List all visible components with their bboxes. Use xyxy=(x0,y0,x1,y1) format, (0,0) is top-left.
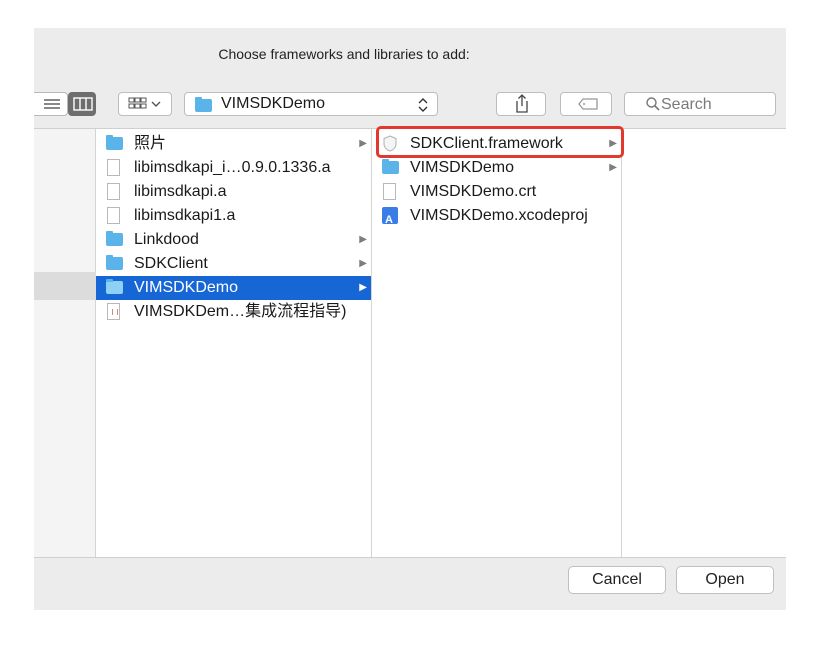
disclosure-arrow-icon: ▶ xyxy=(359,138,367,149)
folder-icon xyxy=(106,135,123,150)
column-1: 照片 ▶ libimsdkapi_i…0.9.0.1336.a libimsdk… xyxy=(96,129,372,557)
share-icon xyxy=(516,94,528,113)
list-item[interactable]: Linkdood ▶ xyxy=(96,228,371,252)
disclosure-arrow-icon: ▶ xyxy=(609,162,617,173)
stepper-chevrons-icon xyxy=(418,98,428,112)
column-2: SDKClient.framework ▶ VIMSDKDemo ▶ VIMSD… xyxy=(372,129,622,557)
column-0-selection xyxy=(34,272,96,300)
location-label: VIMSDKDemo xyxy=(221,95,326,112)
rtf-document-icon xyxy=(107,303,120,320)
folder-icon xyxy=(106,255,123,270)
tag-icon xyxy=(578,98,598,110)
xcodeproj-icon xyxy=(382,207,398,232)
file-icon xyxy=(383,183,396,200)
item-label: SDKClient xyxy=(134,255,208,272)
search-field[interactable]: Search xyxy=(624,92,776,116)
file-chooser-dialog: Choose frameworks and libraries to add: xyxy=(34,28,786,610)
column-browser: 照片 ▶ libimsdkapi_i…0.9.0.1336.a libimsdk… xyxy=(34,128,786,558)
list-item[interactable]: SDKClient ▶ xyxy=(96,252,371,276)
list-item[interactable]: VIMSDKDemo.crt xyxy=(372,180,621,204)
search-icon xyxy=(646,97,660,111)
disclosure-arrow-icon: ▶ xyxy=(359,282,367,293)
disclosure-arrow-icon: ▶ xyxy=(359,258,367,269)
open-button[interactable]: Open xyxy=(676,566,774,594)
column-view-icon xyxy=(73,97,93,111)
search-placeholder: Search xyxy=(661,96,712,113)
list-view-icon xyxy=(44,99,60,109)
group-by-button[interactable] xyxy=(118,92,172,116)
folder-icon xyxy=(106,231,123,246)
item-label: VIMSDKDemo.xcodeproj xyxy=(410,207,588,224)
file-icon xyxy=(107,207,120,224)
folder-icon xyxy=(382,159,399,174)
dialog-title: Choose frameworks and libraries to add: xyxy=(218,46,470,62)
tag-button[interactable] xyxy=(560,92,612,116)
list-item[interactable]: VIMSDKDemo.xcodeproj xyxy=(372,204,621,232)
dialog-footer: Cancel Open xyxy=(34,556,786,610)
list-item[interactable]: libimsdkapi1.a xyxy=(96,204,371,228)
file-icon xyxy=(107,159,120,176)
list-item-selected[interactable]: VIMSDKDemo ▶ xyxy=(96,276,371,300)
item-label: Linkdood xyxy=(134,231,199,248)
column-0[interactable] xyxy=(34,129,96,557)
column-view-button[interactable] xyxy=(68,92,96,116)
share-button[interactable] xyxy=(496,92,546,116)
list-item[interactable]: 照片 ▶ xyxy=(96,132,371,156)
item-label: VIMSDKDemo.crt xyxy=(410,183,537,200)
list-item[interactable]: VIMSDKDem…集成流程指导) xyxy=(96,300,371,324)
column-3[interactable] xyxy=(622,129,786,557)
list-view-button[interactable] xyxy=(34,92,68,116)
item-label: VIMSDKDem…集成流程指导) xyxy=(134,303,347,320)
item-label: libimsdkapi1.a xyxy=(134,207,236,224)
list-item[interactable]: libimsdkapi_i…0.9.0.1336.a xyxy=(96,156,371,180)
toolbar: VIMSDKDemo Search xyxy=(34,90,786,120)
item-label: libimsdkapi.a xyxy=(134,183,227,200)
item-label: 照片 xyxy=(134,135,167,152)
cancel-button[interactable]: Cancel xyxy=(568,566,666,594)
disclosure-arrow-icon: ▶ xyxy=(359,234,367,245)
annotation-highlight-box xyxy=(376,126,624,158)
item-label: VIMSDKDemo xyxy=(410,159,515,176)
grid-group-icon xyxy=(128,97,161,109)
item-label: libimsdkapi_i…0.9.0.1336.a xyxy=(134,159,331,176)
item-label: VIMSDKDemo xyxy=(134,279,239,296)
folder-icon xyxy=(106,279,123,294)
location-popup[interactable]: VIMSDKDemo xyxy=(184,92,438,116)
list-item[interactable]: libimsdkapi.a xyxy=(96,180,371,204)
list-item[interactable]: VIMSDKDemo ▶ xyxy=(372,156,621,180)
folder-icon xyxy=(195,97,212,112)
file-icon xyxy=(107,183,120,200)
